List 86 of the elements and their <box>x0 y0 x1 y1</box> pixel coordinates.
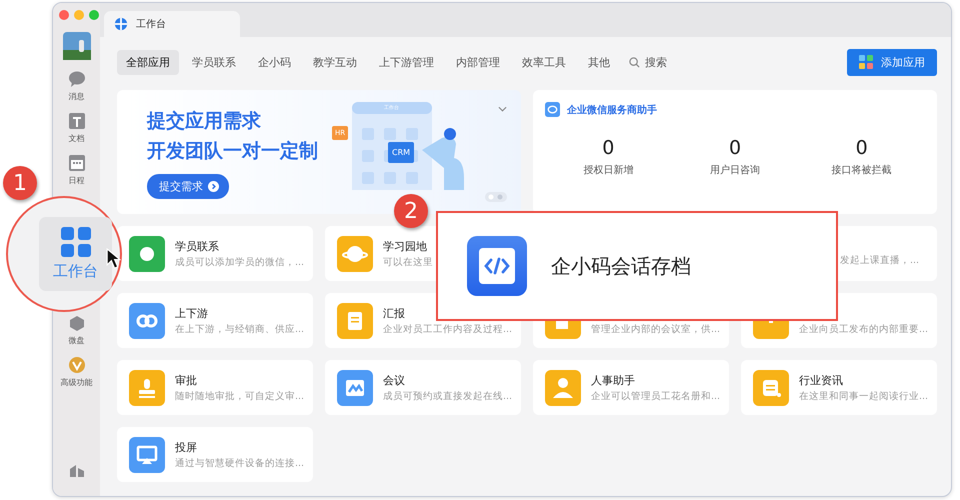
add-app-label: 添加应用 <box>881 54 925 70</box>
app-title: 学习园地 <box>383 238 428 252</box>
app-description: 企业对员工工作内容及过程... <box>383 322 512 336</box>
stat-value: 0 <box>856 137 868 159</box>
code-icon <box>467 236 527 296</box>
sidebar-item[interactable]: 微盘 <box>68 335 84 346</box>
news-icon <box>753 370 789 406</box>
window-tab[interactable]: 工作台 <box>104 11 240 37</box>
app-card[interactable]: 会议 成员可预约或直接发起在线... <box>325 360 521 415</box>
stat-label: 接口将被拦截 <box>832 164 892 177</box>
sidebar-item[interactable]: 高级功能 <box>60 377 92 388</box>
app-card[interactable]: 上下游 在上下游，与经销商、供应... <box>117 293 313 348</box>
category-tab[interactable]: 学员联系 <box>183 50 245 74</box>
app-card[interactable]: 行业资讯 在这里和同事一起阅读行业... <box>741 360 937 415</box>
app-title: 审批 <box>175 372 198 386</box>
app-description: 成员可以添加学员的微信，... <box>175 256 304 268</box>
app-description: 可以在这里 <box>383 256 433 268</box>
category-tab[interactable]: 内部管理 <box>447 50 509 74</box>
calendar-icon <box>68 154 86 172</box>
person-icon <box>545 370 581 406</box>
add-app-button[interactable]: 添加应用 <box>847 48 937 76</box>
app-title: 汇报 <box>383 306 406 320</box>
app-description: 发起上课直播，... <box>840 254 919 267</box>
app-description: 随时随地审批，可自定义审... <box>175 390 304 402</box>
stamp-icon <box>129 370 165 406</box>
meeting-icon <box>337 370 373 406</box>
app-logo-icon <box>114 17 128 31</box>
submit-request-button[interactable]: 提交需求 <box>147 174 229 199</box>
chevron-down-icon[interactable] <box>498 106 507 112</box>
app-title: 行业资讯 <box>799 372 844 386</box>
category-tab[interactable]: 企小码 <box>249 50 300 74</box>
chart-icon[interactable] <box>68 462 84 478</box>
carousel-indicator[interactable] <box>485 192 507 202</box>
window-title: 工作台 <box>136 18 166 31</box>
crm-badge: CRM <box>388 142 414 163</box>
banner-headline: 提交应用需求 <box>147 109 262 134</box>
category-tab[interactable]: 上下游管理 <box>370 50 443 74</box>
app-description: 成员可预约或直接发起在线... <box>383 390 512 402</box>
sidebar-item[interactable]: 文档 <box>68 133 84 144</box>
helper-title: 企业微信服务商助手 <box>567 103 657 116</box>
category-tab[interactable]: 教学互动 <box>304 50 366 74</box>
app-description: 在这里和同事一起阅读行业... <box>799 390 928 402</box>
zoom-button[interactable] <box>88 10 98 20</box>
category-tab[interactable]: 效率工具 <box>513 50 575 74</box>
app-card[interactable]: 审批 随时随地审批，可自定义审... <box>117 360 313 415</box>
cursor-icon <box>106 248 121 269</box>
app-card[interactable]: 学员联系 成员可以添加学员的微信，... <box>117 226 313 281</box>
screen-icon <box>129 436 165 472</box>
close-button[interactable] <box>58 10 68 20</box>
app-description: 企业向员工发布的内部重要... <box>799 322 928 336</box>
search-label: 搜索 <box>645 54 667 70</box>
app-card[interactable]: 人事助手 企业可以管理员工花名册和... <box>533 360 729 415</box>
workbench-label: 工作台 <box>53 262 98 281</box>
app-description: 企业可以管理员工花名册和... <box>591 390 720 402</box>
popup-title: 企小码会话存档 <box>551 252 691 280</box>
app-card[interactable]: 投屏 通过与智慧硬件设备的连接... <box>117 427 313 482</box>
search-button[interactable]: 搜索 <box>623 50 673 74</box>
grid-icon <box>859 55 873 69</box>
link-icon <box>129 302 165 338</box>
doc-icon <box>337 302 373 338</box>
category-tab[interactable]: 全部应用 <box>117 50 179 74</box>
chat-bubble-icon <box>545 102 560 117</box>
step-number: 1 <box>3 166 37 200</box>
vip-icon <box>68 356 86 374</box>
sidebar-item[interactable]: 消息 <box>68 91 84 102</box>
stat-value: 0 <box>602 137 614 159</box>
stat-label: 用户日咨询 <box>710 164 760 177</box>
app-title: 投屏 <box>175 440 198 454</box>
app-title: 会议 <box>383 372 406 386</box>
app-title: 上下游 <box>175 306 209 320</box>
sidebar-item[interactable]: 日程 <box>68 175 84 186</box>
category-tab[interactable]: 其他 <box>579 50 619 74</box>
stat-value: 0 <box>728 137 742 159</box>
app-description: 通过与智慧硬件设备的连接... <box>175 456 304 470</box>
banner-headline: 开发团队一对一定制 <box>147 139 318 164</box>
app-title: 学员联系 <box>175 238 220 252</box>
app-title: 人事助手 <box>591 372 636 386</box>
chat-icon <box>68 70 86 88</box>
grid-icon <box>60 227 90 257</box>
planet-icon <box>337 236 373 272</box>
doc-icon <box>68 112 86 130</box>
app-description: 管理企业内部的会议室，供... <box>591 322 720 336</box>
app-description: 在上下游，与经销商、供应... <box>175 322 304 336</box>
stat-label: 授权日新增 <box>583 164 634 177</box>
search-icon <box>629 56 640 68</box>
minimize-button[interactable] <box>74 10 84 20</box>
